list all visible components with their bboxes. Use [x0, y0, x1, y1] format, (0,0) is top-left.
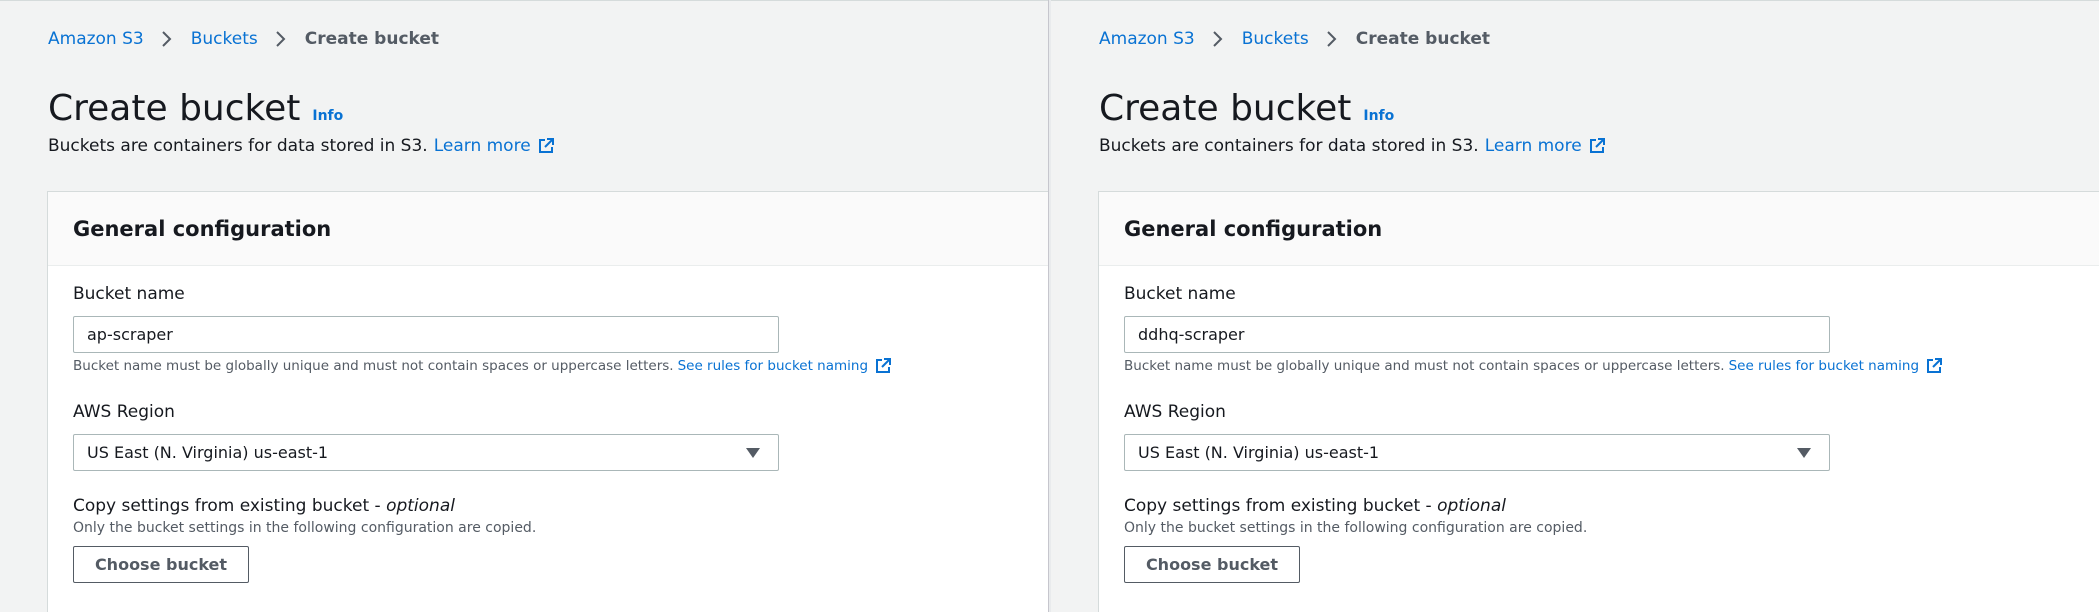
panel-header: General configuration	[1099, 192, 2099, 266]
chevron-right-icon	[1205, 27, 1231, 51]
aws-region-select[interactable]: US East (N. Virginia) us-east-1	[1124, 434, 1830, 471]
caret-down-icon	[746, 447, 760, 458]
breadcrumb-create-bucket: Create bucket	[304, 29, 440, 49]
copy-settings-description: Only the bucket settings in the followin…	[73, 520, 537, 536]
caret-down-icon	[1797, 447, 1811, 458]
copy-settings-label: Copy settings from existing bucket - opt…	[1124, 494, 1506, 518]
panel-title: General configuration	[1124, 217, 1383, 241]
copy-settings-description: Only the bucket settings in the followin…	[1124, 520, 1588, 536]
browser-pane-left: Amazon S3 Buckets Create bucket Create b…	[0, 0, 1048, 612]
copy-settings-label-text: Copy settings from existing bucket -	[73, 496, 387, 516]
page-title: Create bucket	[1099, 88, 1352, 129]
rules-for-bucket-naming-link[interactable]: See rules for bucket naming	[1729, 356, 1943, 376]
aws-region-select[interactable]: US East (N. Virginia) us-east-1	[73, 434, 779, 471]
external-link-icon	[874, 357, 892, 375]
optional-label: optional	[386, 496, 455, 516]
bucket-name-hint-text: Bucket name must be globally unique and …	[73, 358, 674, 374]
rules-link-label: See rules for bucket naming	[677, 358, 869, 374]
aws-region-label: AWS Region	[1124, 402, 1226, 422]
panel-title: General configuration	[73, 217, 332, 241]
general-configuration-panel: General configuration Bucket name Bucket…	[1098, 191, 2099, 612]
bucket-name-hint-text: Bucket name must be globally unique and …	[1124, 358, 1725, 374]
learn-more-link[interactable]: Learn more	[1485, 133, 1606, 159]
external-link-icon	[1925, 357, 1943, 375]
browser-pane-right: Amazon S3 Buckets Create bucket Create b…	[1051, 0, 2099, 612]
general-configuration-panel: General configuration Bucket name Bucket…	[47, 191, 1048, 612]
breadcrumb-buckets[interactable]: Buckets	[191, 27, 258, 51]
bucket-name-input[interactable]	[73, 316, 779, 353]
learn-more-label: Learn more	[433, 136, 531, 156]
learn-more-link[interactable]: Learn more	[434, 133, 555, 159]
bucket-name-hint: Bucket name must be globally unique and …	[73, 356, 892, 376]
chevron-right-icon	[1319, 27, 1345, 51]
description-text: Buckets are containers for data stored i…	[1099, 136, 1479, 156]
rules-link-label: See rules for bucket naming	[1728, 358, 1920, 374]
breadcrumb: Amazon S3 Buckets Create bucket	[1099, 27, 1490, 51]
bucket-name-hint: Bucket name must be globally unique and …	[1124, 356, 1943, 376]
external-link-icon	[537, 137, 555, 155]
page-title: Create bucket	[48, 88, 301, 129]
bucket-name-label: Bucket name	[1124, 284, 1236, 304]
breadcrumb-amazon-s3[interactable]: Amazon S3	[48, 27, 144, 51]
copy-settings-label-text: Copy settings from existing bucket -	[1124, 496, 1438, 516]
chevron-right-icon	[154, 27, 180, 51]
chevron-right-icon	[268, 27, 294, 51]
aws-region-label: AWS Region	[73, 402, 175, 422]
breadcrumb-create-bucket: Create bucket	[1355, 29, 1491, 49]
panel-header: General configuration	[48, 192, 1048, 266]
info-link[interactable]: Info	[312, 108, 343, 124]
optional-label: optional	[1437, 496, 1506, 516]
description-text: Buckets are containers for data stored i…	[48, 136, 428, 156]
aws-region-value: US East (N. Virginia) us-east-1	[87, 443, 329, 462]
choose-bucket-button[interactable]: Choose bucket	[73, 546, 249, 583]
external-link-icon	[1588, 137, 1606, 155]
copy-settings-label: Copy settings from existing bucket - opt…	[73, 494, 455, 518]
learn-more-label: Learn more	[1484, 136, 1582, 156]
page-description: Buckets are containers for data stored i…	[1099, 133, 1606, 159]
breadcrumb: Amazon S3 Buckets Create bucket	[48, 27, 439, 51]
rules-for-bucket-naming-link[interactable]: See rules for bucket naming	[678, 356, 892, 376]
page-description: Buckets are containers for data stored i…	[48, 133, 555, 159]
page-header: Create bucket Info	[1099, 85, 1394, 133]
choose-bucket-button[interactable]: Choose bucket	[1124, 546, 1300, 583]
bucket-name-input[interactable]	[1124, 316, 1830, 353]
page-header: Create bucket Info	[48, 85, 343, 133]
bucket-name-label: Bucket name	[73, 284, 185, 304]
breadcrumb-buckets[interactable]: Buckets	[1242, 27, 1309, 51]
aws-region-value: US East (N. Virginia) us-east-1	[1138, 443, 1380, 462]
info-link[interactable]: Info	[1363, 108, 1394, 124]
breadcrumb-amazon-s3[interactable]: Amazon S3	[1099, 27, 1195, 51]
